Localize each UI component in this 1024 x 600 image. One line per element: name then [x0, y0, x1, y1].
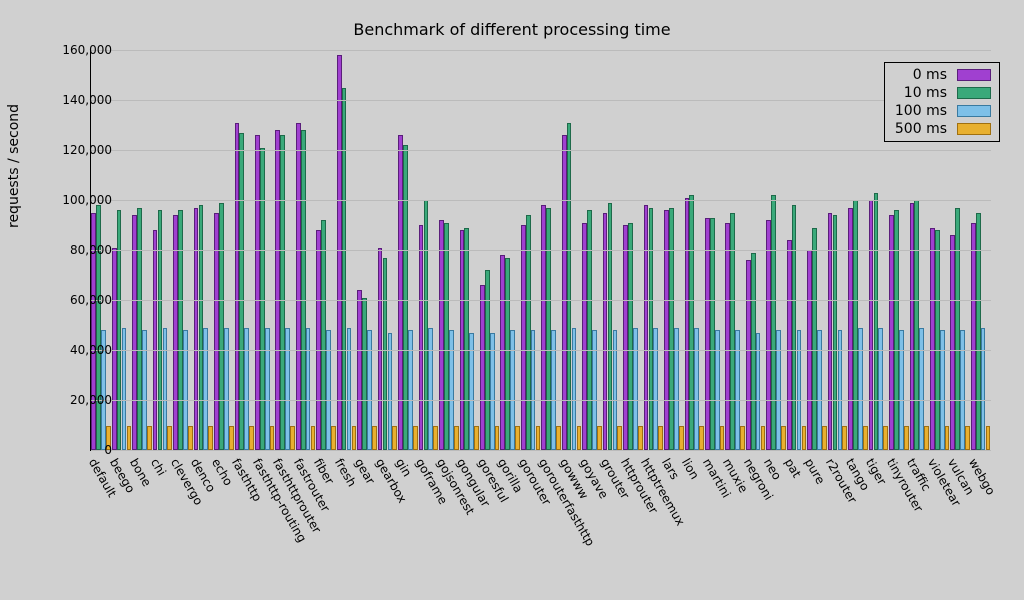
- grid-line: [91, 450, 991, 451]
- bar: [781, 426, 786, 451]
- bar: [679, 426, 684, 451]
- bar: [474, 426, 479, 451]
- x-tick-label: lion: [679, 456, 702, 482]
- bar: [188, 426, 193, 451]
- bar: [761, 426, 766, 451]
- x-category-labels: defaultbeegobonechiclevergodencoechofast…: [90, 452, 990, 600]
- bar: [986, 426, 991, 451]
- y-tick-label: 140,000: [62, 93, 112, 107]
- y-tick-label: 120,000: [62, 143, 112, 157]
- legend-swatch-10ms: [957, 87, 991, 99]
- y-axis-label: requests / second: [6, 104, 22, 228]
- grid-line: [91, 300, 991, 301]
- legend-label: 10 ms: [893, 84, 947, 102]
- bar: [556, 426, 561, 451]
- bar: [658, 426, 663, 451]
- y-tick-label: 100,000: [62, 193, 112, 207]
- legend-row: 100 ms: [893, 102, 991, 120]
- legend-row: 500 ms: [893, 120, 991, 138]
- plot-area: [90, 50, 991, 451]
- grid-line: [91, 350, 991, 351]
- legend: 0 ms 10 ms 100 ms 500 ms: [884, 62, 1000, 142]
- chart-title: Benchmark of different processing time: [0, 20, 1024, 39]
- legend-row: 10 ms: [893, 84, 991, 102]
- bar: [945, 426, 950, 451]
- grid-line: [91, 150, 991, 151]
- bar: [311, 426, 316, 451]
- bar: [249, 426, 254, 451]
- bar: [965, 426, 970, 451]
- bar: [883, 426, 888, 451]
- y-tick-label: 40,000: [70, 343, 112, 357]
- legend-swatch-100ms: [957, 105, 991, 117]
- bar: [802, 426, 807, 451]
- y-tick-label: 60,000: [70, 293, 112, 307]
- bar: [577, 426, 582, 451]
- y-tick-label: 80,000: [70, 243, 112, 257]
- bar: [433, 426, 438, 451]
- bar: [638, 426, 643, 451]
- benchmark-chart: Benchmark of different processing time r…: [0, 0, 1024, 600]
- bar: [127, 426, 132, 451]
- y-tick-label: 160,000: [62, 43, 112, 57]
- legend-swatch-500ms: [957, 123, 991, 135]
- bar: [822, 426, 827, 451]
- grid-line: [91, 100, 991, 101]
- bar: [536, 426, 541, 451]
- x-tick-label: pat: [782, 456, 804, 480]
- y-tick-label: 20,000: [70, 393, 112, 407]
- bar: [331, 426, 336, 451]
- x-tick-label: pure: [802, 456, 828, 487]
- bar: [597, 426, 602, 451]
- bar: [842, 426, 847, 451]
- legend-label: 100 ms: [893, 102, 947, 120]
- bar: [270, 426, 275, 451]
- bar: [495, 426, 500, 451]
- grid-line: [91, 50, 991, 51]
- grid-line: [91, 400, 991, 401]
- legend-label: 500 ms: [893, 120, 947, 138]
- legend-row: 0 ms: [893, 66, 991, 84]
- bar: [740, 426, 745, 451]
- bar: [167, 426, 172, 451]
- bar: [372, 426, 377, 451]
- bar: [720, 426, 725, 451]
- bar: [904, 426, 909, 451]
- bar: [392, 426, 397, 451]
- bar: [515, 426, 520, 451]
- bar: [924, 426, 929, 451]
- grid-line: [91, 250, 991, 251]
- bar: [290, 426, 295, 451]
- x-tick-label: chi: [147, 456, 168, 478]
- legend-label: 0 ms: [893, 66, 947, 84]
- legend-swatch-0ms: [957, 69, 991, 81]
- grid-line: [91, 200, 991, 201]
- bar: [229, 426, 234, 451]
- bar: [863, 426, 868, 451]
- bar: [147, 426, 152, 451]
- bar: [352, 426, 357, 451]
- bar: [699, 426, 704, 451]
- bar: [454, 426, 459, 451]
- bar: [617, 426, 622, 451]
- bar: [413, 426, 418, 451]
- bar: [208, 426, 213, 451]
